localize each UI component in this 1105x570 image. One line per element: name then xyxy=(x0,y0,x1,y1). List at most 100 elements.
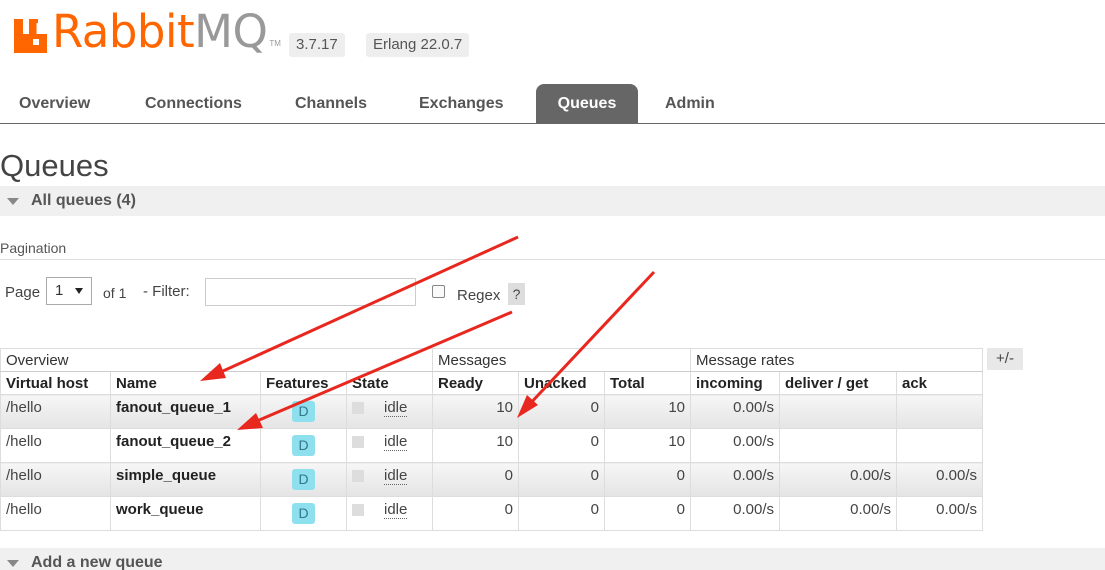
features-cell: D xyxy=(260,462,347,497)
pagination-heading: Pagination xyxy=(0,240,67,256)
col-total[interactable]: Total xyxy=(604,371,691,395)
col-name[interactable]: Name xyxy=(110,371,261,395)
ack-cell xyxy=(896,428,983,463)
group-overview: Overview xyxy=(0,348,433,372)
vhost-cell: /hello xyxy=(0,394,111,429)
rabbitmq-logo-icon xyxy=(14,19,47,53)
page-count-label: of 1 xyxy=(103,285,127,301)
deliver-get-cell: 0.00/s xyxy=(779,496,897,531)
incoming-cell: 0.00/s xyxy=(690,496,780,531)
all-queues-label: All queues (4) xyxy=(31,192,136,209)
col-virtual-host[interactable]: Virtual host xyxy=(0,371,111,395)
unacked-cell: 0 xyxy=(518,496,605,531)
vhost-cell: /hello xyxy=(0,462,111,497)
tab-admin[interactable]: Admin xyxy=(646,84,734,123)
state-cell: idle xyxy=(346,496,433,531)
ready-cell: 0 xyxy=(432,462,519,497)
unacked-cell: 0 xyxy=(518,462,605,497)
rabbitmq-version-badge: 3.7.17 xyxy=(289,33,345,57)
total-cell: 0 xyxy=(604,462,691,497)
deliver-get-cell: 0.00/s xyxy=(779,462,897,497)
incoming-cell: 0.00/s xyxy=(690,462,780,497)
total-cell: 10 xyxy=(604,428,691,463)
state-label: idle xyxy=(384,467,408,485)
state-cell: idle xyxy=(346,462,433,497)
features-cell: D xyxy=(260,496,347,531)
add-queue-label: Add a new queue xyxy=(31,554,163,570)
col-deliver-get[interactable]: deliver / get xyxy=(779,371,897,395)
queue-name-link[interactable]: work_queue xyxy=(110,496,261,531)
column-group-header: Overview Messages Message rates xyxy=(0,348,983,372)
tab-queues[interactable]: Queues xyxy=(536,84,638,123)
table-row: /hello simple_queue D idle 0 0 0 0.00/s … xyxy=(0,462,983,497)
state-indicator-icon xyxy=(352,436,364,449)
incoming-cell: 0.00/s xyxy=(690,394,780,429)
deliver-get-cell xyxy=(779,428,897,463)
add-queue-section-toggle[interactable]: Add a new queue xyxy=(0,548,1105,570)
all-queues-section-toggle[interactable]: All queues (4) xyxy=(0,186,1105,216)
rabbitmq-logo: RabbitMQ TM xyxy=(14,8,281,56)
filter-label: - Filter: xyxy=(143,283,190,300)
logo-wordmark: RabbitMQ xyxy=(52,5,268,58)
queue-name-link[interactable]: fanout_queue_1 xyxy=(110,394,261,429)
ready-cell: 0 xyxy=(432,496,519,531)
regex-label: Regex xyxy=(457,287,501,304)
pagination-divider xyxy=(0,259,1105,260)
col-incoming[interactable]: incoming xyxy=(690,371,780,395)
queues-table: Overview Messages Message rates Virtual … xyxy=(0,348,983,531)
features-cell: D xyxy=(260,428,347,463)
collapse-triangle-icon xyxy=(7,560,19,567)
incoming-cell: 0.00/s xyxy=(690,428,780,463)
features-cell: D xyxy=(260,394,347,429)
table-row: /hello fanout_queue_1 D idle 10 0 10 0.0… xyxy=(0,394,983,429)
durable-badge: D xyxy=(292,401,315,422)
chevron-down-icon xyxy=(75,288,83,294)
page-label: Page xyxy=(5,284,41,301)
column-header-row: Virtual host Name Features State Ready U… xyxy=(0,371,983,395)
ack-cell: 0.00/s xyxy=(896,496,983,531)
page-select-value: 1 xyxy=(55,282,64,299)
page-title: Queues xyxy=(0,148,109,183)
tab-channels[interactable]: Channels xyxy=(276,84,386,123)
col-ready[interactable]: Ready xyxy=(432,371,519,395)
col-ack[interactable]: ack xyxy=(896,371,983,395)
queue-name-link[interactable]: fanout_queue_2 xyxy=(110,428,261,463)
col-state[interactable]: State xyxy=(346,371,433,395)
durable-badge: D xyxy=(292,503,315,524)
logo-trademark: TM xyxy=(269,39,281,48)
group-message-rates: Message rates xyxy=(690,348,983,372)
table-row: /hello fanout_queue_2 D idle 10 0 10 0.0… xyxy=(0,428,983,463)
state-cell: idle xyxy=(346,394,433,429)
tab-connections[interactable]: Connections xyxy=(126,84,261,123)
filter-input[interactable] xyxy=(205,278,416,306)
collapse-triangle-icon xyxy=(7,198,19,205)
deliver-get-cell xyxy=(779,394,897,429)
group-messages: Messages xyxy=(432,348,691,372)
ack-cell xyxy=(896,394,983,429)
total-cell: 0 xyxy=(604,496,691,531)
state-indicator-icon xyxy=(352,402,364,415)
queue-name-link[interactable]: simple_queue xyxy=(110,462,261,497)
page-select[interactable]: 1 xyxy=(46,277,92,305)
state-label: idle xyxy=(384,501,408,519)
col-features[interactable]: Features xyxy=(260,371,347,395)
main-tabs: Overview Connections Channels Exchanges … xyxy=(0,84,1105,124)
tab-exchanges[interactable]: Exchanges xyxy=(400,84,522,123)
durable-badge: D xyxy=(292,469,315,490)
ready-cell: 10 xyxy=(432,394,519,429)
unacked-cell: 0 xyxy=(518,428,605,463)
tab-overview[interactable]: Overview xyxy=(0,84,109,123)
regex-checkbox[interactable] xyxy=(432,285,445,298)
regex-help-button[interactable]: ? xyxy=(508,283,525,305)
col-unacked[interactable]: Unacked xyxy=(518,371,605,395)
toggle-columns-button[interactable]: +/- xyxy=(987,348,1023,370)
state-label: idle xyxy=(384,399,408,417)
vhost-cell: /hello xyxy=(0,496,111,531)
table-row: /hello work_queue D idle 0 0 0 0.00/s 0.… xyxy=(0,496,983,531)
erlang-version-badge: Erlang 22.0.7 xyxy=(366,33,470,57)
total-cell: 10 xyxy=(604,394,691,429)
state-cell: idle xyxy=(346,428,433,463)
state-indicator-icon xyxy=(352,470,364,483)
state-label: idle xyxy=(384,433,408,451)
ready-cell: 10 xyxy=(432,428,519,463)
